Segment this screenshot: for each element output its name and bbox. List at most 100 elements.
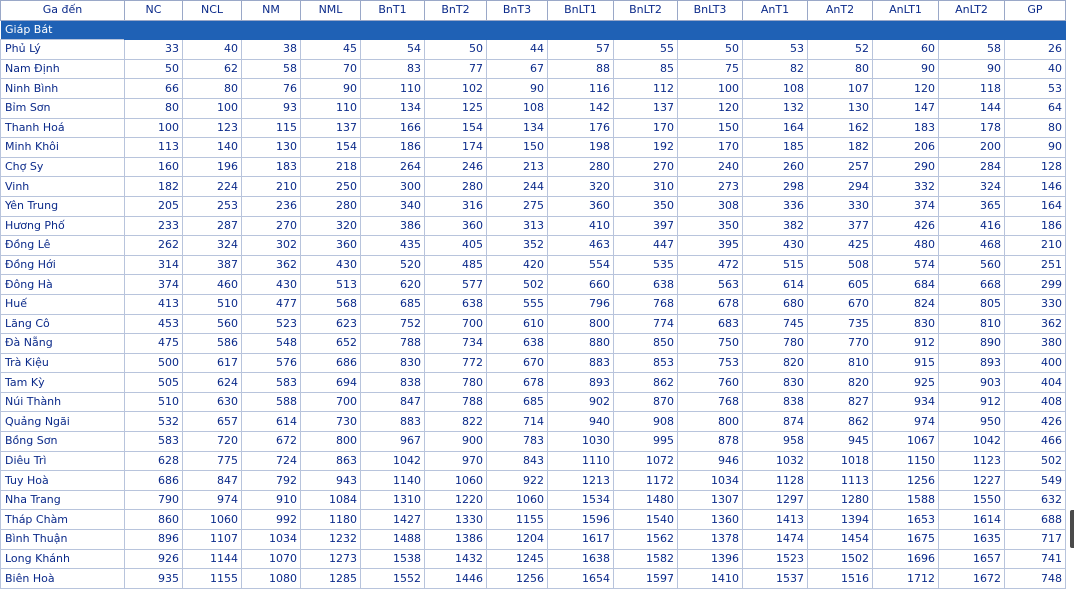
fare-cell[interactable]: 387 xyxy=(182,254,242,276)
fare-cell[interactable]: 360 xyxy=(424,215,487,237)
fare-cell[interactable]: 505 xyxy=(124,372,183,393)
fare-cell[interactable]: 113 xyxy=(124,137,183,158)
fare-cell[interactable]: 299 xyxy=(1004,274,1066,295)
fare-cell[interactable]: 628 xyxy=(124,450,183,472)
fare-cell[interactable]: 146 xyxy=(1004,176,1066,197)
fare-cell[interactable]: 1042 xyxy=(360,450,425,472)
fare-cell[interactable]: 945 xyxy=(807,431,873,452)
table-row[interactable]: Bỉm Sơn 80 100 93 110 134 125 108 142 137 120 132 13… xyxy=(0,97,1066,119)
fare-cell[interactable]: 397 xyxy=(613,215,678,237)
fare-cell[interactable]: 850 xyxy=(613,333,678,354)
fare-cell[interactable]: 902 xyxy=(547,391,614,413)
fare-cell[interactable]: 668 xyxy=(938,274,1005,295)
fare-cell[interactable]: 1256 xyxy=(872,470,939,491)
fare-cell[interactable]: 150 xyxy=(677,117,743,139)
fare-cell[interactable]: 67 xyxy=(486,58,548,80)
fare-cell[interactable]: 164 xyxy=(742,117,808,139)
fare-cell[interactable]: 134 xyxy=(486,117,548,139)
fare-cell[interactable]: 912 xyxy=(938,391,1005,413)
fare-cell[interactable]: 1018 xyxy=(807,450,873,472)
fare-cell[interactable]: 810 xyxy=(938,313,1005,335)
fare-cell[interactable]: 182 xyxy=(807,137,873,158)
fare-cell[interactable]: 1488 xyxy=(360,529,425,550)
fare-cell[interactable]: 183 xyxy=(241,156,301,178)
column-header-anlt2[interactable]: AnLT2 xyxy=(938,0,1005,21)
fare-cell[interactable]: 130 xyxy=(241,137,301,158)
station-name-cell[interactable]: Bình Thuận xyxy=(0,529,125,550)
fare-cell[interactable]: 218 xyxy=(300,156,361,178)
station-name-cell[interactable]: Phủ Lý xyxy=(0,39,125,60)
fare-cell[interactable]: 264 xyxy=(360,156,425,178)
station-name-cell[interactable]: Ninh Bình xyxy=(0,78,125,99)
fare-cell[interactable]: 430 xyxy=(300,254,361,276)
fare-cell[interactable]: 1653 xyxy=(872,509,939,531)
fare-cell[interactable]: 563 xyxy=(677,274,743,295)
table-row[interactable]: Đồng Hới 314 387 362 430 520 485 420 554 535 472 51… xyxy=(0,254,1066,276)
fare-cell[interactable]: 1067 xyxy=(872,431,939,452)
fare-cell[interactable]: 750 xyxy=(677,333,743,354)
fare-cell[interactable]: 926 xyxy=(124,548,183,570)
fare-cell[interactable]: 800 xyxy=(300,431,361,452)
fare-cell[interactable]: 324 xyxy=(182,235,242,256)
station-name-cell[interactable]: Biên Hoà xyxy=(0,568,125,589)
fare-cell[interactable]: 620 xyxy=(360,274,425,295)
fare-cell[interactable]: 520 xyxy=(360,254,425,276)
fare-cell[interactable]: 768 xyxy=(677,391,743,413)
fare-cell[interactable]: 652 xyxy=(300,333,361,354)
table-row[interactable]: Hương Phố 233 287 270 320 386 360 313 410 397 350 3… xyxy=(0,215,1066,237)
fare-cell[interactable]: 1378 xyxy=(677,529,743,550)
table-row[interactable]: Ninh Bình 66 80 76 90 110 102 90 116 112 100 108 107… xyxy=(0,78,1066,99)
fare-cell[interactable]: 775 xyxy=(182,450,242,472)
scrollbar-handle[interactable] xyxy=(1070,510,1074,548)
fare-cell[interactable]: 93 xyxy=(241,97,301,119)
fare-cell[interactable]: 910 xyxy=(241,489,301,511)
fare-cell[interactable]: 123 xyxy=(182,117,242,139)
fare-cell[interactable]: 614 xyxy=(742,274,808,295)
fare-cell[interactable]: 502 xyxy=(486,274,548,295)
fare-cell[interactable]: 1540 xyxy=(613,509,678,531)
fare-cell[interactable]: 166 xyxy=(360,117,425,139)
fare-cell[interactable]: 206 xyxy=(872,137,939,158)
fare-cell[interactable]: 752 xyxy=(360,313,425,335)
fare-cell[interactable]: 182 xyxy=(124,176,183,197)
fare-cell[interactable]: 574 xyxy=(872,254,939,276)
table-row[interactable]: Trà Kiệu 500 617 576 686 830 772 670 883 853 753 82… xyxy=(0,352,1066,374)
fare-cell[interactable]: 967 xyxy=(360,431,425,452)
fare-cell[interactable]: 1123 xyxy=(938,450,1005,472)
fare-cell[interactable]: 128 xyxy=(1004,156,1066,178)
fare-cell[interactable]: 76 xyxy=(241,78,301,99)
fare-cell[interactable]: 85 xyxy=(613,58,678,80)
fare-cell[interactable]: 52 xyxy=(807,39,873,60)
fare-cell[interactable]: 298 xyxy=(742,176,808,197)
origin-empty-cell[interactable] xyxy=(613,19,678,41)
station-name-cell[interactable]: Minh Khôi xyxy=(0,137,125,158)
fare-cell[interactable]: 1072 xyxy=(613,450,678,472)
fare-cell[interactable]: 908 xyxy=(613,411,678,433)
fare-cell[interactable]: 1330 xyxy=(424,509,487,531)
fare-cell[interactable]: 632 xyxy=(1004,489,1066,511)
table-row[interactable]: Tam Kỳ 505 624 583 694 838 780 678 893 862 760 830 8… xyxy=(0,372,1066,393)
fare-cell[interactable]: 178 xyxy=(938,117,1005,139)
fare-cell[interactable]: 890 xyxy=(938,333,1005,354)
fare-cell[interactable]: 147 xyxy=(872,97,939,119)
fare-cell[interactable]: 134 xyxy=(360,97,425,119)
column-header-nml[interactable]: NML xyxy=(300,0,361,21)
column-header-bnlt1[interactable]: BnLT1 xyxy=(547,0,614,21)
fare-cell[interactable]: 862 xyxy=(807,411,873,433)
fare-cell[interactable]: 1307 xyxy=(677,489,743,511)
fare-cell[interactable]: 160 xyxy=(124,156,183,178)
fare-cell[interactable]: 112 xyxy=(613,78,678,99)
fare-cell[interactable]: 508 xyxy=(807,254,873,276)
fare-cell[interactable]: 688 xyxy=(1004,509,1066,531)
station-name-cell[interactable]: Long Khánh xyxy=(0,548,125,570)
fare-cell[interactable]: 860 xyxy=(124,509,183,531)
fare-cell[interactable]: 240 xyxy=(677,156,743,178)
station-name-cell[interactable]: Đông Hà xyxy=(0,274,125,295)
fare-cell[interactable]: 838 xyxy=(742,391,808,413)
fare-cell[interactable]: 100 xyxy=(182,97,242,119)
fare-cell[interactable]: 1140 xyxy=(360,470,425,491)
fare-cell[interactable]: 583 xyxy=(241,372,301,393)
fare-cell[interactable]: 350 xyxy=(613,195,678,217)
fare-cell[interactable]: 162 xyxy=(807,117,873,139)
fare-cell[interactable]: 870 xyxy=(613,391,678,413)
